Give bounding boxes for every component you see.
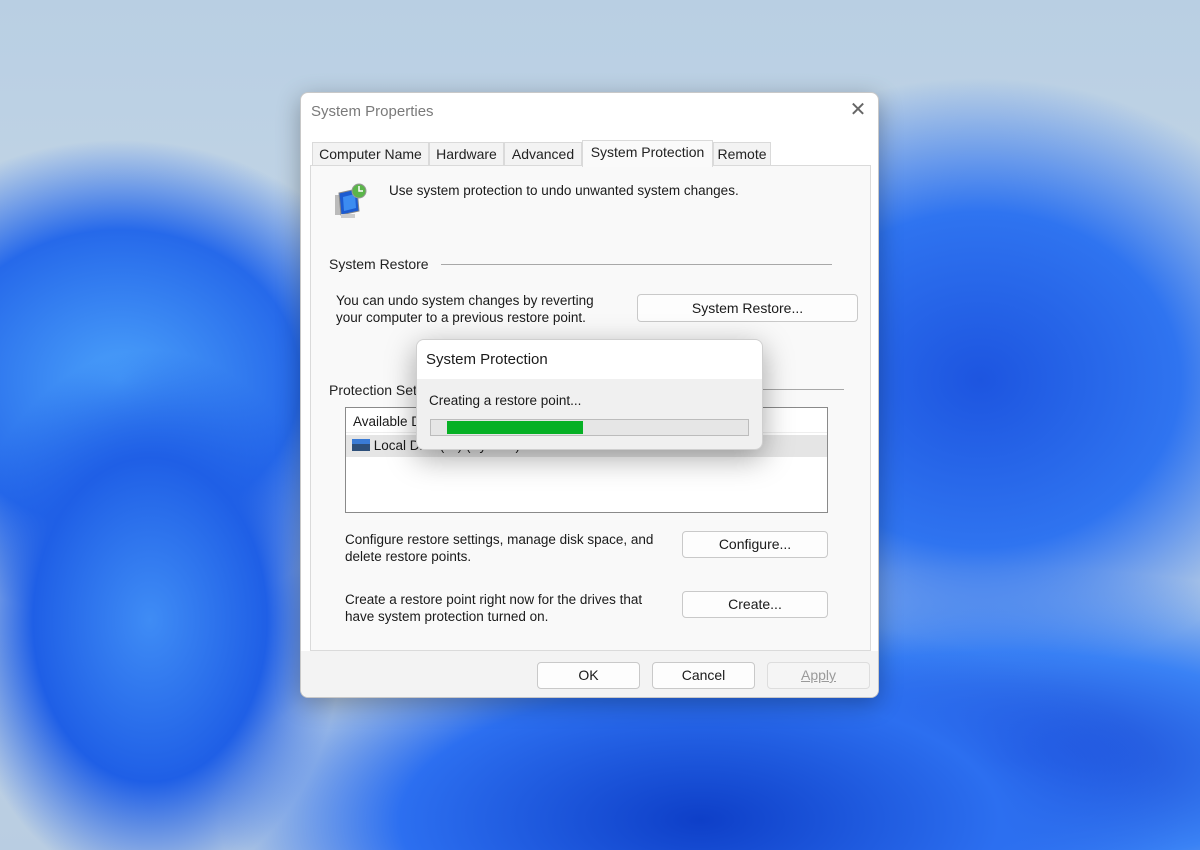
progress-fill <box>446 421 584 434</box>
tab-computer-name[interactable]: Computer Name <box>312 142 429 166</box>
drive-icon <box>352 439 370 451</box>
system-restore-label: System Restore <box>329 256 429 272</box>
tab-remote[interactable]: Remote <box>713 142 771 166</box>
apply-button[interactable]: Apply <box>767 662 870 689</box>
system-restore-description: You can undo system changes by reverting… <box>336 292 594 326</box>
system-restore-button[interactable]: System Restore... <box>637 294 858 322</box>
desc-line: Configure restore settings, manage disk … <box>345 532 654 547</box>
popup-message: Creating a restore point... <box>429 393 582 408</box>
system-protection-icon <box>331 181 371 221</box>
divider <box>441 264 832 265</box>
dialog-title: System Properties <box>311 103 434 120</box>
desc-line: your computer to a previous restore poin… <box>336 310 586 325</box>
desc-line: Create a restore point right now for the… <box>345 592 643 607</box>
tab-system-protection[interactable]: System Protection <box>582 140 713 167</box>
system-protection-popup: System Protection Creating a restore poi… <box>416 339 763 450</box>
header-text: Use system protection to undo unwanted s… <box>389 183 739 198</box>
ok-button[interactable]: OK <box>537 662 640 689</box>
desc-line: You can undo system changes by reverting <box>336 293 594 308</box>
desc-line: have system protection turned on. <box>345 609 549 624</box>
cancel-button[interactable]: Cancel <box>652 662 755 689</box>
configure-description: Configure restore settings, manage disk … <box>345 531 653 565</box>
close-icon[interactable]: ✕ <box>847 99 869 121</box>
popup-title: System Protection <box>426 351 548 368</box>
tab-advanced[interactable]: Advanced <box>504 142 582 166</box>
create-description: Create a restore point right now for the… <box>345 591 642 625</box>
desc-line: delete restore points. <box>345 549 472 564</box>
progress-bar <box>430 419 749 436</box>
configure-button[interactable]: Configure... <box>682 531 828 558</box>
create-button[interactable]: Create... <box>682 591 828 618</box>
tab-hardware[interactable]: Hardware <box>429 142 504 166</box>
